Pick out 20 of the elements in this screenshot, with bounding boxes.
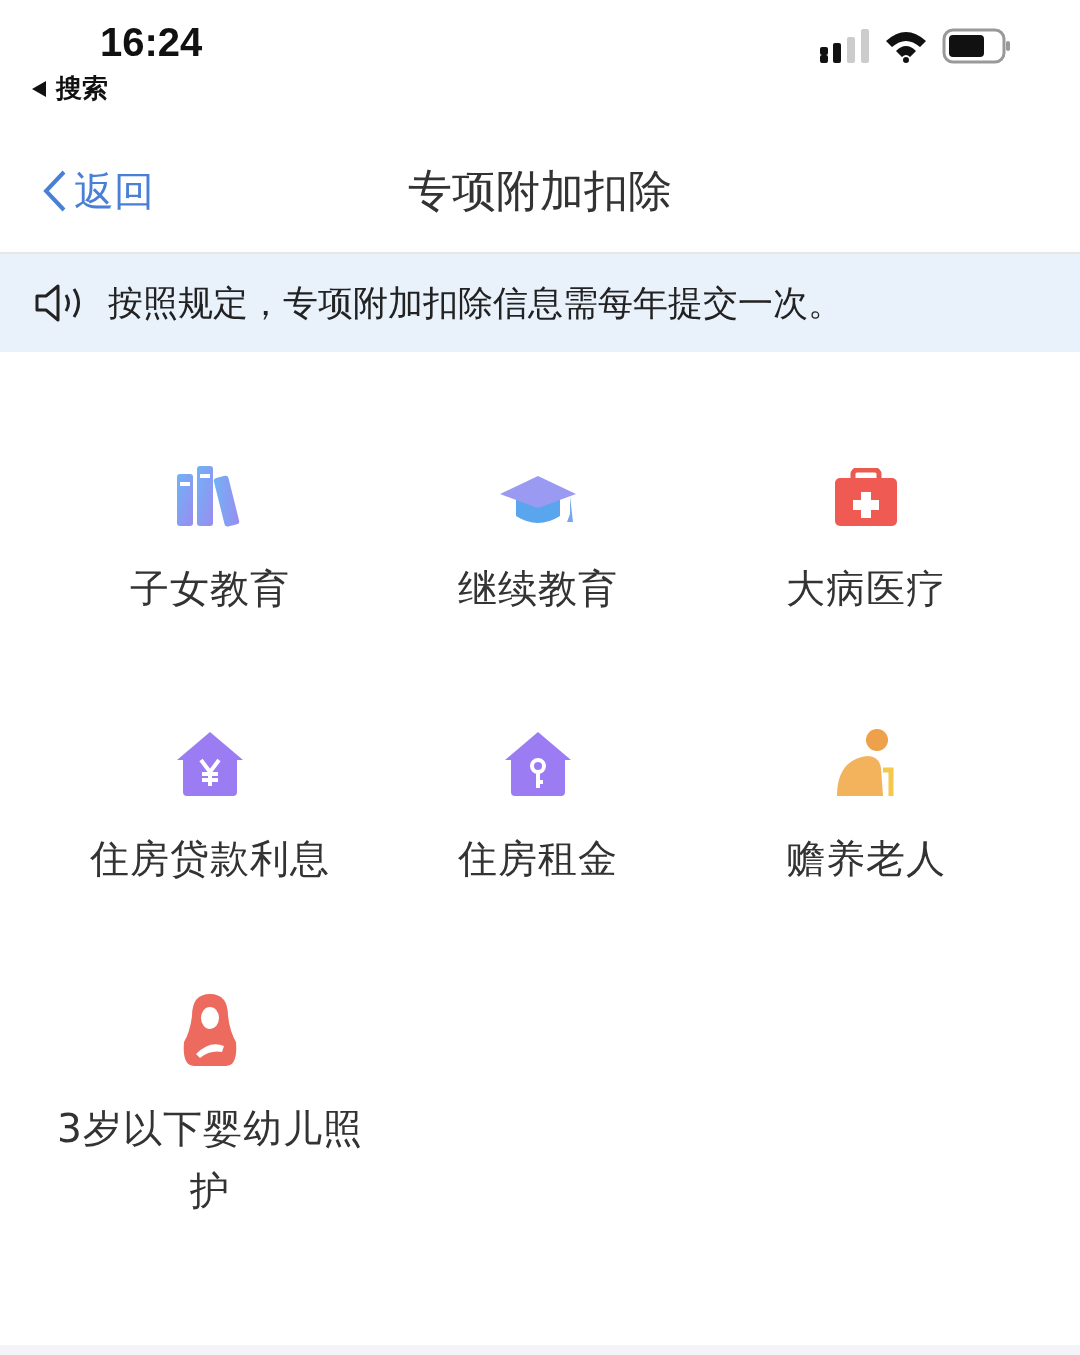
back-to-app-link[interactable]: 搜索 [56,71,108,106]
category-label[interactable]: 子女教育 [130,558,290,620]
signal-icon [820,29,870,63]
house-yen-icon [175,730,245,798]
category-label[interactable]: 继续教育 [458,558,618,620]
house-key-icon [503,730,573,798]
category-label[interactable]: 大病医疗 [786,558,946,620]
battery-icon [942,28,1012,64]
chevron-left-icon [42,169,68,213]
back-button[interactable]: 返回 [42,163,154,219]
page-title: 专项附加扣除 [408,164,672,216]
notice-text: 按照规定，专项附加扣除信息需每年提交一次。 [108,281,843,325]
category-label[interactable]: 赡养老人 [786,828,946,890]
status-time: 16:24 [100,20,203,65]
back-triangle-icon [30,79,48,98]
first-aid-kit-icon [833,468,899,528]
wifi-icon [884,29,928,63]
category-label[interactable]: 住房租金 [458,828,618,890]
category-label[interactable]: 住房贷款利息 [90,828,330,890]
category-label[interactable]: 3岁以下婴幼儿照护 [46,1098,374,1222]
